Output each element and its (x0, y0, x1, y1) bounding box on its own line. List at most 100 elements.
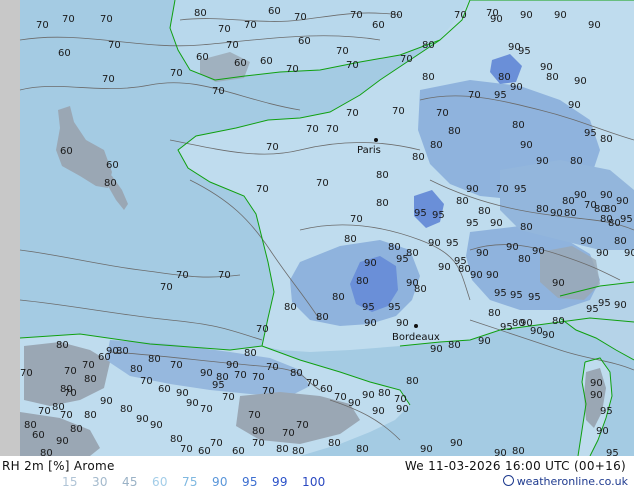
isoline-value-label: 90 (552, 278, 565, 289)
isoline-value-label: 95 (598, 298, 611, 309)
isoline-value-label: 60 (234, 58, 247, 69)
isoline-value-label: 80 (430, 140, 443, 151)
isoline-value-label: 60 (232, 446, 245, 456)
isoline-value-label: 80 (570, 156, 583, 167)
isoline-value-label: 70 (218, 24, 231, 35)
isoline-value-label: 95 (388, 302, 401, 313)
isoline-value-label: 80 (292, 446, 305, 456)
legend-item: 60 (152, 475, 168, 489)
isoline-value-label: 80 (536, 204, 549, 215)
isoline-value-label: 90 (150, 420, 163, 431)
isoline-value-label: 95 (514, 184, 527, 195)
isoline-value-label: 80 (356, 444, 369, 455)
isoline-value-label: 80 (70, 424, 83, 435)
isoline-value-label: 70 (400, 54, 413, 65)
isoline-value-label: 95 (600, 406, 613, 417)
isoline-value-label: 70 (306, 124, 319, 135)
isoline-value-label: 80 (316, 312, 329, 323)
isoline-value-label: 80 (608, 218, 621, 229)
isoline-value-label: 70 (176, 270, 189, 281)
isoline-value-label: 80 (40, 448, 53, 456)
isoline-value-label: 80 (290, 368, 303, 379)
isoline-value-label: 70 (256, 184, 269, 195)
isoline-value-label: 70 (180, 444, 193, 455)
isoline-value-label: 80 (448, 126, 461, 137)
isoline-value-label: 95 (510, 290, 523, 301)
map-view[interactable]: Paris Bordeaux 70 70 70 70 60 70 70 80 70 70 60 70 6… (0, 0, 634, 456)
isoline-value-label: 70 (286, 64, 299, 75)
isoline-value-label: 90 (476, 248, 489, 259)
isoline-value-label: 60 (106, 160, 119, 171)
credit-text: weatheronline.co.uk (516, 475, 628, 488)
isoline-value-label: 60 (58, 48, 71, 59)
isoline-value-label: 80 (356, 276, 369, 287)
legend-item: 95 (242, 475, 258, 489)
isoline-value-label: 90 (574, 76, 587, 87)
isoline-value-label: 80 (520, 222, 533, 233)
map-title: RH 2m [%] Arome (2, 459, 115, 473)
isoline-value-label: 90 (542, 330, 555, 341)
isoline-value-label: 70 (306, 378, 319, 389)
isoline-value-label: 90 (364, 258, 377, 269)
isoline-value-label: 80 (448, 340, 461, 351)
isoline-value-label: 80 (414, 284, 427, 295)
isoline-value-label: 70 (170, 360, 183, 371)
isoline-value-label: 70 (170, 68, 183, 79)
isoline-value-label: 95 (500, 322, 513, 333)
isoline-value-label: 70 (244, 20, 257, 31)
isoline-value-label: 95 (414, 208, 427, 219)
legend-item: 100 (302, 475, 326, 489)
isoline-value-label: 70 (468, 90, 481, 101)
isoline-value-label: 90 (596, 426, 609, 437)
legend-item: 99 (272, 475, 288, 489)
isoline-value-label: 95 (212, 380, 225, 391)
isoline-value-label: 90 (428, 238, 441, 249)
isoline-value-label: 90 (362, 390, 375, 401)
isoline-value-label: 90 (550, 208, 563, 219)
isoline-value-label: 90 (520, 10, 533, 21)
isoline-value-label: 70 (36, 20, 49, 31)
isoline-value-label: 70 (222, 392, 235, 403)
isoline-value-label: 70 (282, 428, 295, 439)
legend-item: 75 (182, 475, 198, 489)
isoline-value-label: 90 (624, 248, 634, 259)
isoline-value-label: 90 (616, 196, 629, 207)
isoline-value-label: 80 (422, 72, 435, 83)
isoline-value-label: 90 (420, 444, 433, 455)
isoline-value-label: 90 (520, 140, 533, 151)
city-marker-bordeaux[interactable] (414, 324, 418, 328)
isoline-value-label: 80 (56, 340, 69, 351)
isoline-value-label: 80 (498, 72, 511, 83)
isoline-value-label: 70 (436, 108, 449, 119)
isoline-value-label: 60 (60, 146, 73, 157)
isoline-value-label: 70 (20, 368, 33, 379)
isoline-value-label: 90 (596, 248, 609, 259)
isoline-value-label: 70 (234, 370, 247, 381)
isoline-value-label: 95 (362, 302, 375, 313)
relative-humidity-map[interactable]: Paris Bordeaux 7070 70706070708070 7060706… (0, 0, 634, 456)
isoline-value-label: 60 (32, 430, 45, 441)
city-marker-paris[interactable] (374, 138, 378, 142)
isoline-value-label: 80 (600, 134, 613, 145)
isoline-value-label: 90 (372, 406, 385, 417)
isoline-value-label: 90 (200, 368, 213, 379)
isoline-value-label: 90 (588, 20, 601, 31)
isoline-value-label: 80 (130, 364, 143, 375)
isoline-value-label: 80 (276, 444, 289, 455)
weather-map-page: Paris Bordeaux 70 70 70 70 60 70 70 80 70 70 60 70 6… (0, 0, 634, 490)
isoline-value-label: 90 (226, 360, 239, 371)
isoline-value-label: 70 (256, 324, 269, 335)
isoline-value-label: 80 (170, 434, 183, 445)
isoline-value-label: 80 (332, 292, 345, 303)
isoline-value-label: 80 (562, 196, 575, 207)
isoline-value-label: 70 (266, 362, 279, 373)
isoline-value-label: 70 (100, 14, 113, 25)
isoline-value-label: 70 (294, 12, 307, 23)
isoline-value-label: 80 (552, 316, 565, 327)
isoline-value-label: 90 (590, 390, 603, 401)
isoline-value-label: 70 (210, 438, 223, 449)
credit-link[interactable]: weatheronline.co.uk (502, 475, 628, 488)
isoline-value-label: 95 (584, 128, 597, 139)
isoline-value-label: 70 (160, 282, 173, 293)
isoline-value-label: 90 (136, 414, 149, 425)
